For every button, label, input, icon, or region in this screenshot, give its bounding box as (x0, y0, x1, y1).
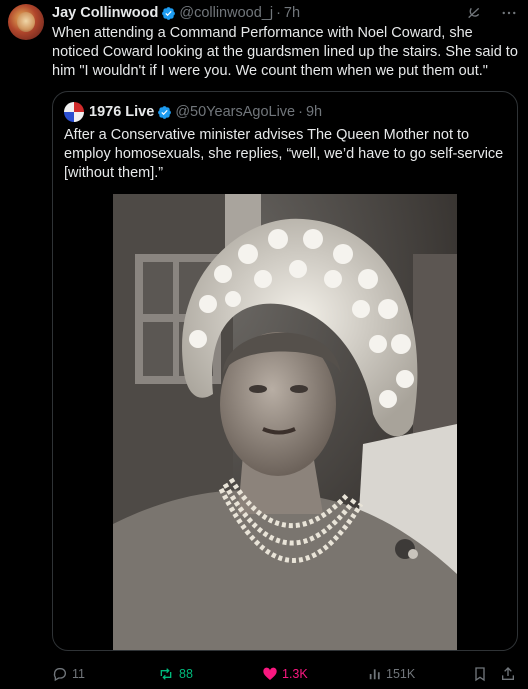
bookmark-button[interactable] (472, 664, 488, 684)
quoted-post-time: 9h (305, 104, 323, 120)
like-icon (263, 667, 277, 680)
views-count: 151K (386, 667, 416, 681)
repost-icon (160, 668, 172, 680)
separator-dot: · (298, 104, 303, 120)
quoted-tweet-text: After a Conservative minister advises Th… (64, 127, 504, 181)
tweet-header: Jay Collinwood @collinwood_j · 7h (52, 4, 518, 22)
separator-dot: · (276, 5, 281, 21)
quoted-author-avatar (64, 102, 84, 122)
repost-button[interactable]: 88 (157, 664, 193, 684)
quoted-tweet-header: 1976 Live @50YearsAgoLive · 9h (89, 103, 322, 121)
tweet[interactable]: Jay Collinwood @collinwood_j · 7h When a… (0, 0, 528, 689)
like-count: 1.3K (282, 667, 308, 681)
reply-count: 11 (72, 667, 85, 681)
author-handle[interactable]: @collinwood_j (179, 4, 273, 22)
views-button[interactable]: 151K (368, 664, 415, 684)
header-actions (466, 4, 518, 22)
quoted-tweet[interactable]: 1976 Live @50YearsAgoLive · 9h After a C… (52, 91, 518, 651)
author-name[interactable]: Jay Collinwood (52, 4, 158, 22)
views-icon (369, 669, 380, 680)
author-avatar[interactable] (8, 4, 44, 40)
post-time[interactable]: 7h (284, 4, 300, 22)
reply-icon (53, 668, 66, 682)
tweet-text: When attending a Command Performance wit… (52, 25, 518, 79)
reply-button[interactable]: 11 (52, 664, 85, 684)
repost-count: 88 (179, 667, 193, 681)
portrait-photo (113, 194, 457, 650)
grok-icon[interactable] (466, 5, 482, 21)
quoted-photo[interactable] (113, 194, 457, 650)
quoted-author-name: 1976 Live (89, 104, 155, 120)
verified-badge-icon (162, 6, 176, 20)
share-button[interactable] (500, 664, 516, 684)
bookmark-icon (475, 667, 485, 682)
verified-badge-icon (158, 105, 172, 119)
action-bar: 11 88 1.3K 151K (52, 664, 522, 684)
like-button[interactable]: 1.3K (262, 664, 308, 684)
more-icon[interactable] (500, 4, 518, 22)
avatar-face (17, 12, 35, 32)
share-icon (502, 667, 514, 680)
quoted-author-handle: @50YearsAgoLive (175, 104, 296, 120)
